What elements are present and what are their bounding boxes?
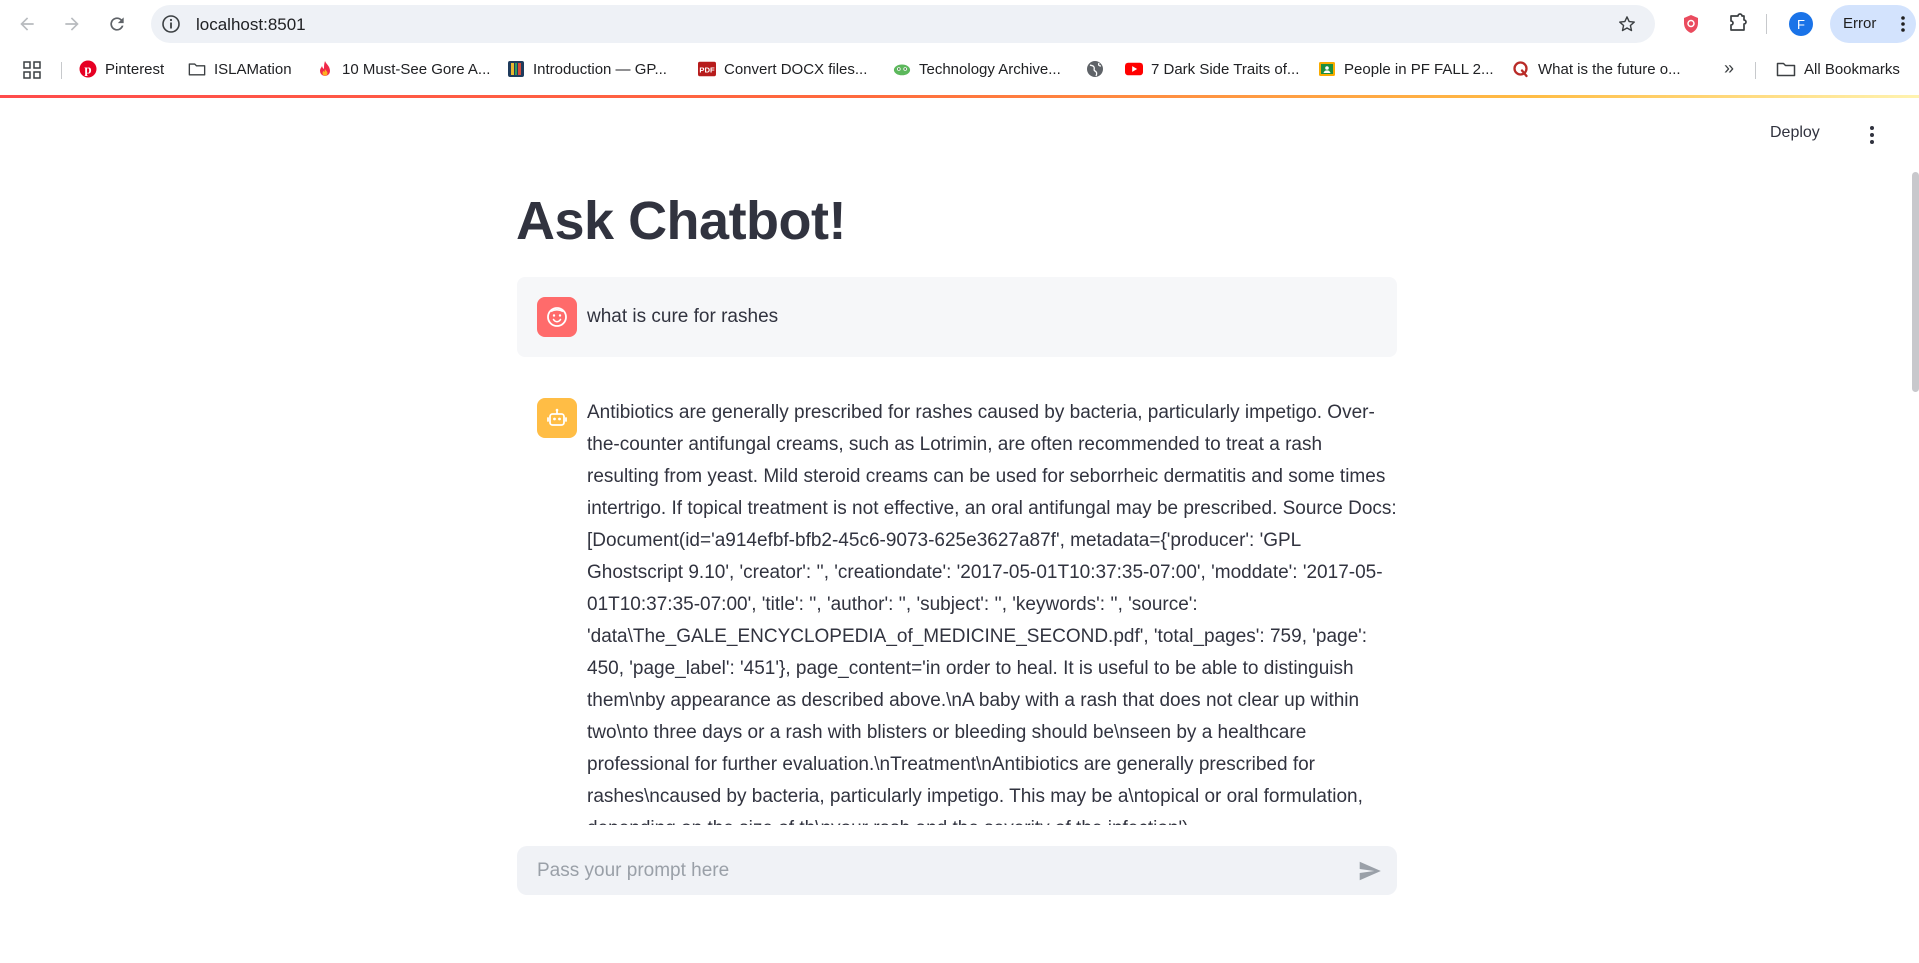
user-avatar-icon — [537, 297, 577, 337]
all-bookmarks-label: All Bookmarks — [1804, 60, 1900, 78]
error-label: Error — [1843, 15, 1877, 32]
bookmark-islamation[interactable]: ISLAMation — [188, 59, 292, 79]
all-bookmarks[interactable]: All Bookmarks — [1776, 59, 1900, 79]
app-header: Deploy — [0, 98, 1919, 186]
chevron-double-right-icon[interactable]: » — [1718, 58, 1740, 80]
site-icon — [893, 60, 911, 78]
profile-avatar[interactable]: F — [1789, 12, 1813, 36]
bookmark-label: Introduction — GP... — [533, 60, 667, 78]
back-arrow-icon[interactable] — [13, 10, 41, 38]
globe-icon — [1086, 60, 1104, 78]
bookmark-label: Pinterest — [105, 60, 165, 78]
flame-icon — [316, 60, 334, 78]
quora-icon — [1512, 60, 1530, 78]
bookmark-gore[interactable]: 10 Must-See Gore A... — [316, 59, 490, 79]
chat-message-assistant: Antibiotics are generally prescribed for… — [587, 397, 1397, 825]
forward-arrow-icon[interactable] — [58, 10, 86, 38]
bookmark-people-pf[interactable]: People in PF FALL 2... — [1318, 59, 1494, 79]
site-info-icon[interactable] — [161, 14, 181, 34]
bookmarks-divider — [61, 62, 62, 79]
book-icon — [507, 60, 525, 78]
browser-toolbar: localhost:8501 F Error — [0, 0, 1919, 48]
youtube-icon — [1125, 60, 1143, 78]
address-bar[interactable]: localhost:8501 — [151, 5, 1655, 43]
url-text: localhost:8501 — [196, 15, 306, 34]
page-title: Ask Chatbot! — [516, 191, 847, 251]
classroom-icon — [1318, 60, 1336, 78]
deploy-button[interactable]: Deploy — [1770, 124, 1820, 142]
extensions-puzzle-icon[interactable] — [1726, 12, 1750, 36]
pinterest-icon: p — [79, 60, 97, 78]
bookmark-dark-side-traits[interactable]: 7 Dark Side Traits of... — [1125, 59, 1299, 79]
pdf-icon: PDF — [698, 60, 716, 78]
bookmark-label: Technology Archive... — [919, 60, 1061, 78]
send-icon[interactable] — [1357, 858, 1383, 884]
chat-input-box[interactable] — [517, 846, 1397, 895]
bookmark-technology-archive[interactable]: Technology Archive... — [893, 59, 1061, 79]
prompt-input[interactable] — [537, 846, 1337, 895]
bookmark-globe[interactable] — [1086, 59, 1112, 79]
bookmarks-bar: p Pinterest ISLAMation 10 Must-See Gore … — [0, 52, 1919, 86]
app-menu-icon[interactable] — [1862, 124, 1882, 146]
folder-icon — [188, 60, 206, 78]
bookmark-star-icon[interactable] — [1617, 14, 1637, 34]
toolbar-divider — [1766, 14, 1767, 34]
svg-text:PDF: PDF — [699, 66, 715, 75]
bookmark-future[interactable]: What is the future o... — [1512, 59, 1681, 79]
bookmark-introduction[interactable]: Introduction — GP... — [507, 59, 667, 79]
bookmark-pinterest[interactable]: p Pinterest — [79, 59, 164, 79]
bookmark-label: People in PF FALL 2... — [1344, 60, 1494, 78]
reload-icon[interactable] — [103, 10, 131, 38]
error-chip[interactable]: Error — [1830, 5, 1916, 43]
assistant-message-text: Antibiotics are generally prescribed for… — [587, 402, 1397, 825]
user-message-text: what is cure for rashes — [587, 306, 779, 327]
bookmark-label: ISLAMation — [214, 60, 292, 78]
bookmark-label: 10 Must-See Gore A... — [342, 60, 491, 78]
browser-chrome: localhost:8501 F Error p Pinterest ISLAM… — [0, 0, 1919, 95]
bookmarks-divider — [1755, 62, 1756, 79]
robot-avatar-icon — [537, 398, 577, 438]
apps-grid-icon[interactable] — [22, 60, 42, 80]
folder-icon — [1776, 60, 1796, 78]
chat-message-user: what is cure for rashes — [517, 277, 1397, 357]
bookmark-label: 7 Dark Side Traits of... — [1151, 60, 1300, 78]
svg-text:p: p — [84, 62, 91, 77]
page-scrollbar[interactable] — [1912, 172, 1919, 392]
bookmark-label: What is the future o... — [1538, 60, 1681, 78]
chrome-menu-icon[interactable] — [1894, 14, 1912, 34]
shield-extension-icon[interactable] — [1680, 13, 1702, 35]
bookmark-label: Convert DOCX files... — [724, 60, 868, 78]
bookmark-convert-docx[interactable]: PDF Convert DOCX files... — [698, 59, 867, 79]
